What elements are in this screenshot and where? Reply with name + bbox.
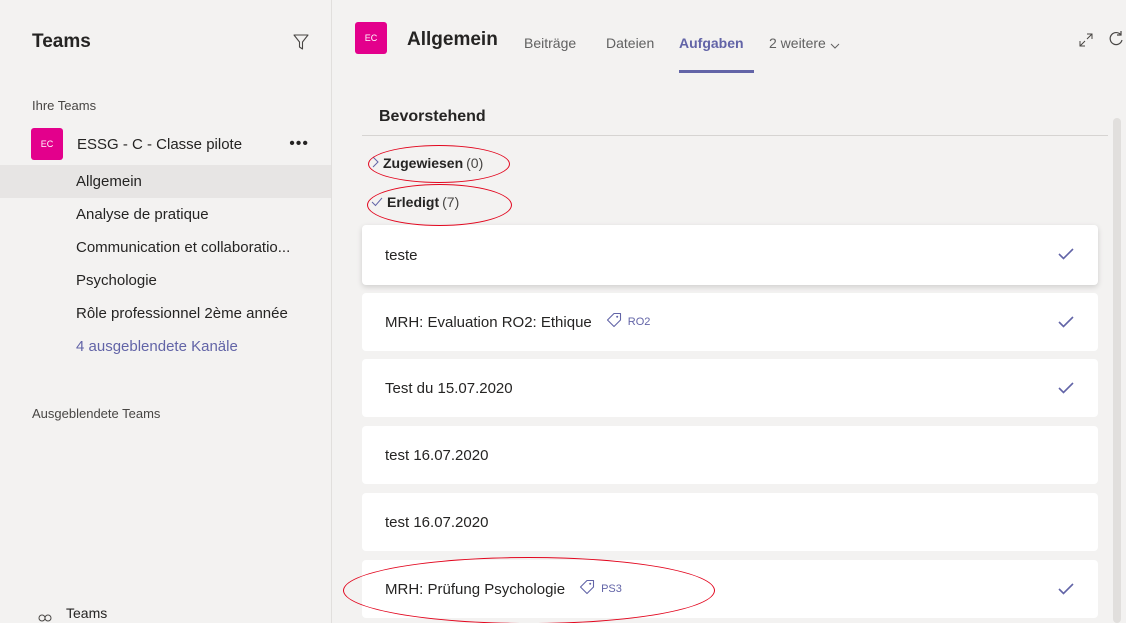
tab-more[interactable]: 2 weitere xyxy=(769,35,840,52)
sidebar: Teams Ihre Teams EC ESSG - C - Classe pi… xyxy=(0,0,332,623)
active-tab-indicator xyxy=(679,70,754,73)
task-tag[interactable]: PS3 xyxy=(579,579,622,599)
team-item[interactable]: EC ESSG - C - Classe pilote ••• xyxy=(0,127,331,161)
check-icon xyxy=(1058,582,1074,595)
tab-dateien[interactable]: Dateien xyxy=(606,35,654,51)
channel-item-allgemein[interactable]: Allgemein xyxy=(0,165,331,198)
task-card[interactable]: test 16.07.2020 xyxy=(362,493,1098,551)
chevron-right-icon xyxy=(371,155,379,171)
tab-beitraege[interactable]: Beiträge xyxy=(524,35,576,51)
channel-item-communication[interactable]: Communication et collaboratio... xyxy=(0,231,331,264)
chevron-down-icon xyxy=(830,36,840,52)
group-assigned-count: (0) xyxy=(466,155,484,171)
group-assigned-label: Zugewiesen xyxy=(383,155,464,171)
scrollbar[interactable] xyxy=(1113,118,1121,623)
channel-header: EC Allgemein Beiträge Dateien Aufgaben 2… xyxy=(333,0,1126,84)
more-options-icon[interactable]: ••• xyxy=(289,136,309,152)
task-card[interactable]: MRH: Evaluation RO2: Ethique RO2 xyxy=(362,293,1098,351)
group-completed-label: Erledigt xyxy=(387,194,440,210)
tag-icon xyxy=(606,312,622,332)
channel-title: Allgemein xyxy=(407,29,498,50)
task-card[interactable]: teste xyxy=(362,225,1098,285)
check-icon xyxy=(1058,247,1074,260)
task-title: teste xyxy=(385,246,418,264)
your-teams-label: Ihre Teams xyxy=(32,98,97,113)
tab-aufgaben[interactable]: Aufgaben xyxy=(679,35,744,51)
tasks-panel: Bevorstehend Zugewiesen (0) Erledigt (7)… xyxy=(362,84,1108,623)
group-completed[interactable]: Erledigt (7) xyxy=(371,194,459,210)
tag-text: RO2 xyxy=(627,316,651,328)
group-assigned[interactable]: Zugewiesen (0) xyxy=(371,155,483,171)
tag-text: PS3 xyxy=(601,583,622,595)
expand-icon[interactable] xyxy=(1078,32,1094,48)
sidebar-header: Teams xyxy=(0,0,331,84)
channel-item-psychologie[interactable]: Psychologie xyxy=(0,264,331,297)
tab-more-label: 2 weitere xyxy=(769,35,826,51)
team-name: ESSG - C - Classe pilote xyxy=(77,135,243,153)
channel-item-role[interactable]: Rôle professionnel 2ème année xyxy=(0,297,331,330)
task-card[interactable]: Test du 15.07.2020 xyxy=(362,359,1098,417)
task-title: test 16.07.2020 xyxy=(385,446,489,464)
task-card[interactable]: test 16.07.2020 xyxy=(362,426,1098,484)
hidden-channels-link[interactable]: 4 ausgeblendete Kanäle xyxy=(0,330,331,363)
task-card[interactable]: MRH: Prüfung Psychologie PS3 xyxy=(362,560,1098,618)
task-title: test 16.07.2020 xyxy=(385,513,489,531)
check-icon xyxy=(371,194,383,210)
teams-footer-icon xyxy=(36,609,54,623)
sidebar-footer[interactable]: Teams xyxy=(36,603,107,623)
task-tag[interactable]: RO2 xyxy=(606,312,651,332)
channel-list: Allgemein Analyse de pratique Communicat… xyxy=(0,165,331,363)
group-completed-count: (7) xyxy=(442,194,460,210)
section-title: Bevorstehend xyxy=(379,108,486,125)
tag-icon xyxy=(579,579,595,599)
channel-item-analyse[interactable]: Analyse de pratique xyxy=(0,198,331,231)
task-title: Test du 15.07.2020 xyxy=(385,379,513,397)
teams-footer-label: Teams xyxy=(66,605,108,621)
section-divider xyxy=(362,135,1108,136)
hidden-teams-label[interactable]: Ausgeblendete Teams xyxy=(0,406,331,421)
check-icon xyxy=(1058,381,1074,394)
check-icon xyxy=(1058,315,1074,328)
task-title: MRH: Prüfung Psychologie xyxy=(385,580,566,598)
task-title: MRH: Evaluation RO2: Ethique xyxy=(385,313,592,331)
sidebar-title: Teams xyxy=(32,31,91,52)
filter-icon[interactable] xyxy=(291,32,311,52)
channel-avatar: EC xyxy=(355,22,387,54)
refresh-icon[interactable] xyxy=(1107,30,1125,48)
team-avatar: EC xyxy=(31,128,63,160)
